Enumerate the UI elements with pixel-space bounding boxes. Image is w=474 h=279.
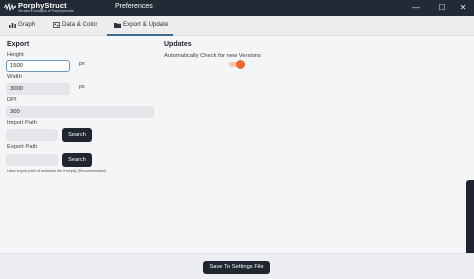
maximize-button[interactable]: ☐ [431,0,453,16]
width-label: Width [7,74,22,80]
toggle-knob[interactable] [236,60,245,69]
updates-section-title: Updates [164,41,192,48]
chart-icon [9,23,16,28]
title-bar: PorphyStruct Structure Analysis of Porph… [0,0,474,16]
import-search-button[interactable]: Search [62,128,92,142]
width-unit: px [79,84,85,90]
app-logo-icon [4,3,16,11]
height-unit: px [79,61,85,67]
minimize-button[interactable]: — [405,0,427,16]
height-label: Height [7,52,24,58]
tab-bar: Graph Data & Color Export & Update [0,16,474,36]
export-search-button[interactable]: Search [62,153,92,167]
tab-export-update[interactable]: Export & Update [107,16,173,36]
dpi-input[interactable]: 300 [6,106,154,118]
window-title: Preferences [115,3,153,10]
auto-check-label: Automatically Check for new Versions [164,53,261,59]
tab-data-color[interactable]: Data & Color [53,16,97,36]
dpi-label: DPI [7,97,17,103]
export-path-label: Export Path [7,144,38,150]
folder-icon [114,23,121,28]
app-subtitle: Structure Analysis of Porphyrinoids [18,9,74,13]
save-settings-button[interactable]: Save To Settings File [203,261,270,274]
tab-graph[interactable]: Graph [9,16,39,36]
export-path-input[interactable] [6,154,58,166]
preferences-content: Export Height 1500 px Width 3000 px DPI … [0,36,474,279]
tab-graph-label: Graph [18,21,36,28]
width-input[interactable]: 3000 [6,83,70,95]
import-path-input[interactable] [6,129,58,141]
tab-export-update-label: Export & Update [123,21,169,28]
export-section-title: Export [7,41,30,48]
export-path-hint: Uses import path of molecule file if emp… [7,169,106,173]
import-path-label: Import Path [7,120,37,126]
footer-bar: Save To Settings File [0,253,474,279]
palette-icon [53,22,60,28]
height-input[interactable]: 1500 [6,60,70,72]
close-button[interactable]: ✕ [452,0,474,16]
tab-data-color-label: Data & Color [62,21,98,28]
